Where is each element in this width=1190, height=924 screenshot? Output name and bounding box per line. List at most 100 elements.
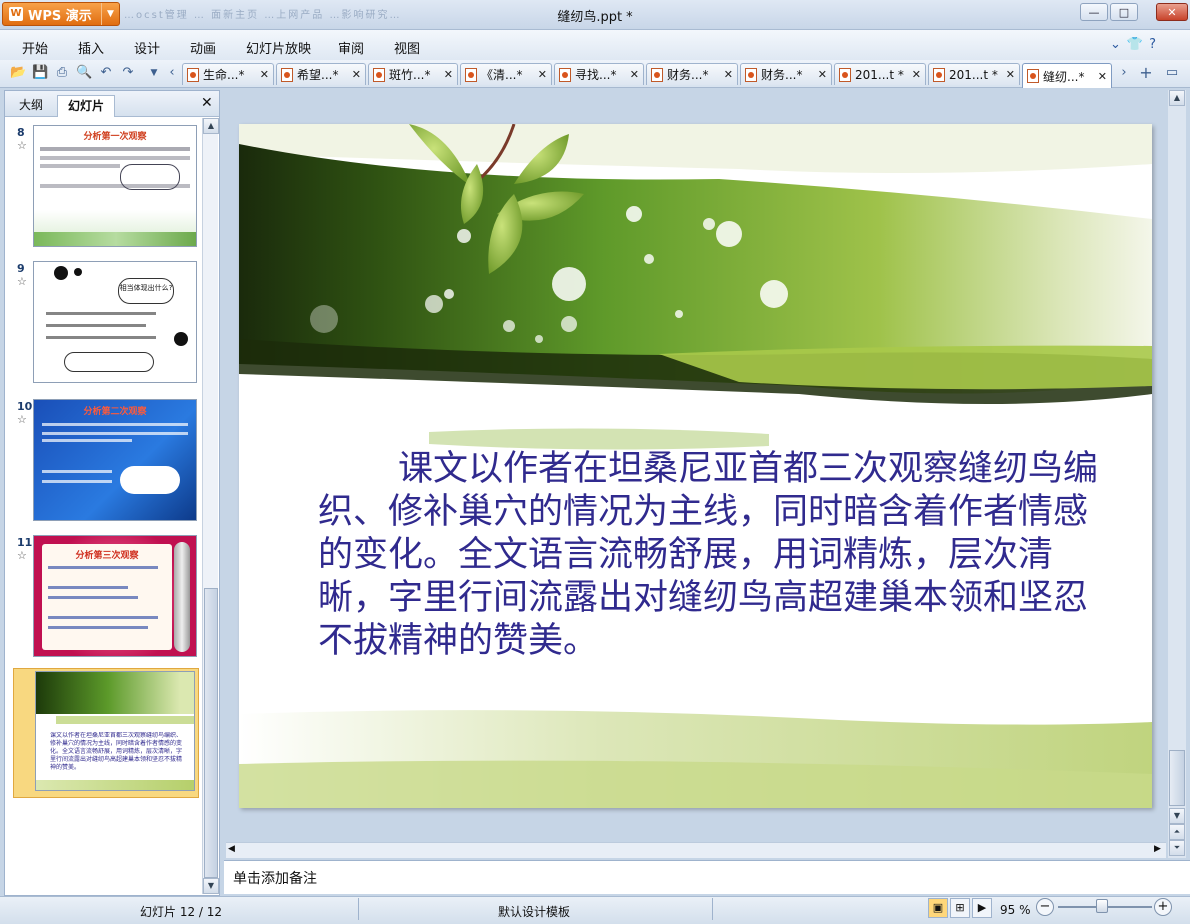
ppt-file-icon: [839, 67, 851, 82]
ppt-file-icon: [559, 67, 571, 82]
doc-tab[interactable]: 斑竹...* ✕: [368, 63, 458, 85]
close-tab-icon[interactable]: ✕: [818, 68, 827, 81]
open-icon[interactable]: 📂: [10, 65, 26, 81]
normal-view-icon[interactable]: ▣: [928, 898, 948, 918]
notes-placeholder[interactable]: 单击添加备注: [233, 868, 317, 888]
restore-tabs-icon[interactable]: ▭: [1164, 65, 1180, 81]
print-icon[interactable]: ⎙: [54, 65, 70, 81]
slide-thumbnail-12[interactable]: 课文以作者在坦桑尼亚首都三次观察缝纫鸟编织、修补巢穴的情况为主线，同时暗含着作者…: [35, 671, 195, 791]
doc-tab[interactable]: 寻找...* ✕: [554, 63, 644, 85]
tab-slides[interactable]: 幻灯片: [57, 95, 116, 117]
slides-pane: 大纲 幻灯片 ✕ 8 ☆ 分析第一次观察 9 ☆ 相当体现出什么? 10 ☆ 分…: [4, 90, 220, 896]
close-tab-icon[interactable]: ✕: [1098, 70, 1107, 83]
slideshow-icon[interactable]: ▶: [972, 898, 992, 918]
quick-access-toolbar: 📂 💾 ⎙ 🔍 ↶ ↷ ▼ ‹ 生命...* ✕ 希望...* ✕ 斑竹...* ✕ …: [0, 60, 1190, 88]
slide-thumbnail-9[interactable]: 相当体现出什么?: [33, 261, 197, 383]
scroll-down-icon[interactable]: ▼: [203, 878, 219, 894]
tabs-scroll-right-icon[interactable]: ›: [1116, 65, 1132, 81]
close-tab-icon[interactable]: ✕: [538, 68, 547, 81]
menu-animation[interactable]: 动画: [190, 38, 216, 57]
doc-tab[interactable]: 《清...* ✕: [460, 63, 552, 85]
redo-icon[interactable]: ↷: [120, 65, 136, 81]
ppt-file-icon: [745, 67, 757, 82]
menu-home[interactable]: 开始: [22, 38, 48, 57]
close-tab-icon[interactable]: ✕: [912, 68, 921, 81]
dropdown-icon[interactable]: ▼: [146, 65, 162, 81]
close-tab-icon[interactable]: ✕: [352, 68, 361, 81]
zoom-level: 95 %: [1000, 903, 1031, 917]
menu-slideshow[interactable]: 幻灯片放映: [246, 38, 311, 57]
tab-outline[interactable]: 大纲: [9, 95, 53, 117]
doc-tab[interactable]: 201...t * ✕: [928, 63, 1020, 85]
slide-position: 幻灯片 12 / 12: [140, 905, 223, 919]
close-tab-icon[interactable]: ✕: [724, 68, 733, 81]
slide-thumbnails: 8 ☆ 分析第一次观察 9 ☆ 相当体现出什么? 10 ☆ 分析第二次观察 11…: [5, 118, 201, 896]
tabs-scroll-left-icon[interactable]: ‹: [164, 65, 180, 81]
scroll-thumb[interactable]: [1169, 750, 1185, 806]
minimize-button[interactable]: —: [1080, 3, 1108, 21]
scroll-up-icon[interactable]: ▲: [203, 118, 219, 134]
scroll-down-icon[interactable]: ▼: [1169, 808, 1185, 824]
animation-star-icon: ☆: [17, 139, 27, 152]
doc-tab[interactable]: 201...t * ✕: [834, 63, 926, 85]
close-tab-icon[interactable]: ✕: [1006, 68, 1015, 81]
help-icon[interactable]: ?: [1149, 37, 1156, 52]
animation-star-icon: ☆: [17, 413, 27, 426]
scroll-right-icon[interactable]: ▶: [1154, 844, 1161, 854]
menu-bar: 开始 插入 设计 动画 幻灯片放映 审阅 视图 ⌄ 👕 ?: [0, 30, 1190, 60]
thumb-title: 相当体现出什么?: [118, 278, 174, 304]
ppt-file-icon: [373, 67, 385, 82]
doc-tab[interactable]: 生命...* ✕: [182, 63, 274, 85]
slide-body-text[interactable]: 课文以作者在坦桑尼亚首都三次观察缝纫鸟编织、修补巢穴的情况为主线，同时暗含着作者…: [318, 448, 1098, 663]
ppt-file-icon: [281, 67, 293, 82]
menu-design[interactable]: 设计: [134, 38, 160, 57]
doc-tab[interactable]: 财务...* ✕: [646, 63, 738, 85]
scroll-up-icon[interactable]: ▲: [1169, 90, 1185, 106]
ppt-file-icon: [465, 67, 477, 82]
chevron-down-icon[interactable]: ▼: [101, 3, 119, 25]
slide-sorter-icon[interactable]: ⊞: [950, 898, 970, 918]
zoom-in-icon[interactable]: +: [1154, 898, 1172, 916]
menu-insert[interactable]: 插入: [78, 38, 104, 57]
save-icon[interactable]: 💾: [32, 65, 48, 81]
print-preview-icon[interactable]: 🔍: [76, 65, 92, 81]
close-window-button[interactable]: ✕: [1156, 3, 1188, 21]
ppt-file-icon: [651, 67, 663, 82]
new-tab-icon[interactable]: +: [1138, 65, 1154, 81]
zoom-slider-thumb[interactable]: [1096, 899, 1109, 913]
app-name: WPS 演示: [28, 8, 92, 24]
doc-tab[interactable]: 财务...* ✕: [740, 63, 832, 85]
zoom-out-icon[interactable]: −: [1036, 898, 1054, 916]
maximize-button[interactable]: □: [1110, 3, 1138, 21]
slide-thumbnail-10[interactable]: 分析第二次观察: [33, 399, 197, 521]
menu-review[interactable]: 审阅: [338, 38, 364, 57]
wps-app-menu-button[interactable]: W WPS 演示 ▼: [2, 2, 120, 26]
status-divider: [712, 898, 713, 920]
skin-icon[interactable]: 👕: [1127, 37, 1143, 52]
background-window-tabs: …ocst管理 … 面新主页 …上网产品 …影响研究…: [124, 10, 402, 21]
close-tab-icon[interactable]: ✕: [444, 68, 453, 81]
scroll-thumb[interactable]: [204, 588, 218, 878]
next-slide-icon[interactable]: ⏷: [1169, 840, 1185, 856]
close-tab-icon[interactable]: ✕: [630, 68, 639, 81]
slide-vertical-scrollbar[interactable]: ▲ ▼ ⏶ ⏷: [1168, 90, 1186, 858]
status-divider: [358, 898, 359, 920]
doc-tab[interactable]: 希望...* ✕: [276, 63, 366, 85]
slide-thumbnail-11[interactable]: 分析第三次观察: [33, 535, 197, 657]
close-pane-icon[interactable]: ✕: [201, 95, 213, 111]
notes-pane[interactable]: [224, 860, 1190, 894]
undo-icon[interactable]: ↶: [98, 65, 114, 81]
previous-slide-icon[interactable]: ⏶: [1169, 824, 1185, 840]
close-tab-icon[interactable]: ✕: [260, 68, 269, 81]
collapse-ribbon-icon[interactable]: ⌄: [1110, 37, 1121, 52]
wps-logo-icon: W: [9, 7, 23, 21]
slide-horizontal-scrollbar[interactable]: ◀ ▶: [226, 842, 1166, 858]
doc-tab-active[interactable]: 缝纫...* ✕: [1022, 63, 1112, 88]
thumb-title: 分析第二次观察: [83, 407, 147, 417]
ppt-file-icon: [187, 67, 199, 82]
slide-number: 10: [17, 400, 33, 413]
slide-thumbnail-8[interactable]: 分析第一次观察: [33, 125, 197, 247]
scroll-left-icon[interactable]: ◀: [228, 844, 235, 854]
thumbnails-scrollbar[interactable]: ▲ ▼: [202, 118, 219, 894]
menu-view[interactable]: 视图: [394, 38, 420, 57]
